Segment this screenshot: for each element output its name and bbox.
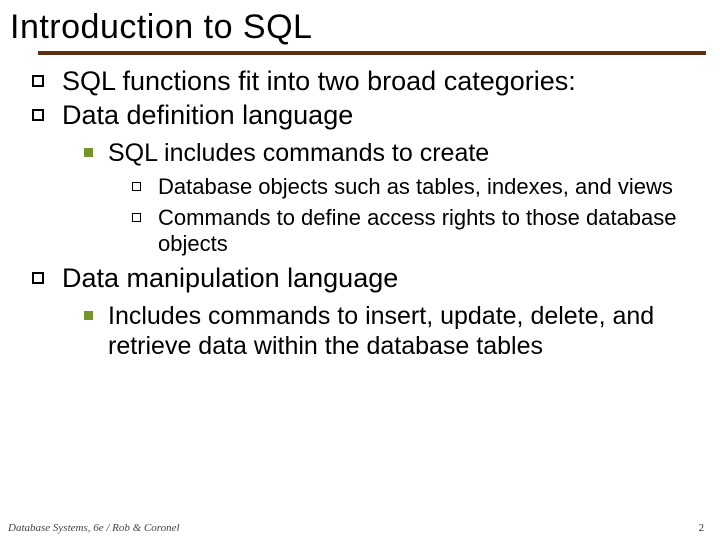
bullet-ddl: Data definition language SQL includes co… (22, 99, 720, 258)
bullet-dml-text: Data manipulation language (62, 263, 398, 293)
bullet-dml: Data manipulation language Includes comm… (22, 262, 720, 360)
bullet-db-objects: Database objects such as tables, indexes… (126, 174, 720, 201)
bullet-dml-includes: Includes commands to insert, update, del… (80, 301, 720, 361)
slide: Introduction to SQL SQL functions fit in… (0, 0, 720, 540)
bullet-access-rights: Commands to define access rights to thos… (126, 205, 720, 259)
page-number: 2 (699, 522, 705, 534)
slide-title: Introduction to SQL (10, 8, 720, 47)
bullet-list-level2: SQL includes commands to create Database… (80, 138, 720, 258)
bullet-sql-functions: SQL functions fit into two broad categor… (22, 65, 720, 97)
bullet-list-level3: Database objects such as tables, indexes… (126, 174, 720, 258)
title-underline (38, 51, 706, 55)
bullet-list-level1: SQL functions fit into two broad categor… (22, 65, 720, 361)
bullet-list-level2b: Includes commands to insert, update, del… (80, 301, 720, 361)
bullet-ddl-text: Data definition language (62, 100, 353, 130)
footer-text: Database Systems, 6e / Rob & Coronel (8, 522, 180, 534)
bullet-sql-includes-text: SQL includes commands to create (108, 139, 489, 167)
bullet-sql-includes: SQL includes commands to create Database… (80, 138, 720, 258)
